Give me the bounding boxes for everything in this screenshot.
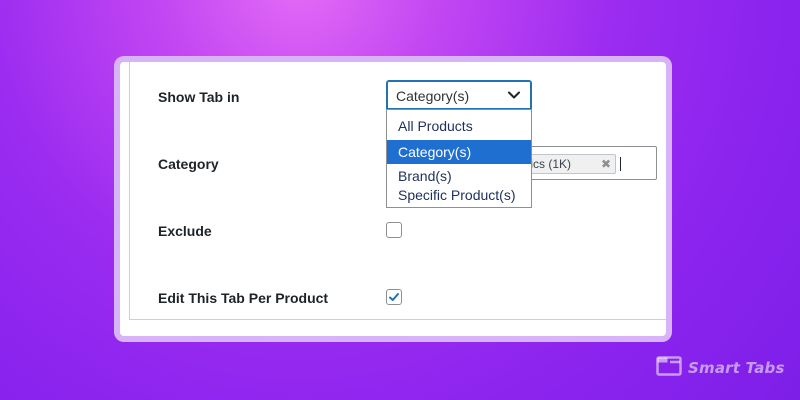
exclude-label: Exclude [158, 223, 212, 239]
card-bottom-divider [129, 319, 666, 320]
dropdown-option-brands[interactable]: Brand(s) [387, 166, 531, 186]
brand-name: Smart Tabs [688, 359, 785, 377]
show-tab-in-selected-value: Category(s) [396, 88, 470, 104]
settings-card-frame: Show Tab in Category(s) Category ronics … [114, 56, 672, 342]
smart-tabs-logo-icon [656, 355, 682, 381]
checkmark-icon [389, 293, 399, 301]
dropdown-option-specific-products[interactable]: Specific Product(s) [387, 184, 531, 206]
brand-watermark: Smart Tabs [656, 355, 785, 381]
edit-per-product-checkbox[interactable] [386, 289, 402, 305]
card-left-divider [129, 62, 130, 320]
text-caret [620, 157, 621, 171]
settings-card: Show Tab in Category(s) Category ronics … [120, 62, 666, 336]
close-icon[interactable]: ✖ [601, 155, 611, 174]
dropdown-option-categories[interactable]: Category(s) [387, 140, 531, 164]
show-tab-in-label: Show Tab in [158, 89, 240, 105]
exclude-checkbox[interactable] [386, 222, 402, 238]
category-label: Category [158, 156, 219, 172]
show-tab-in-dropdown: All Products Category(s) Brand(s) Specif… [386, 109, 532, 208]
dropdown-option-all-products[interactable]: All Products [387, 114, 531, 138]
show-tab-in-select[interactable]: Category(s) [386, 80, 532, 110]
chevron-down-icon [507, 88, 521, 102]
edit-per-product-label: Edit This Tab Per Product [158, 290, 329, 306]
